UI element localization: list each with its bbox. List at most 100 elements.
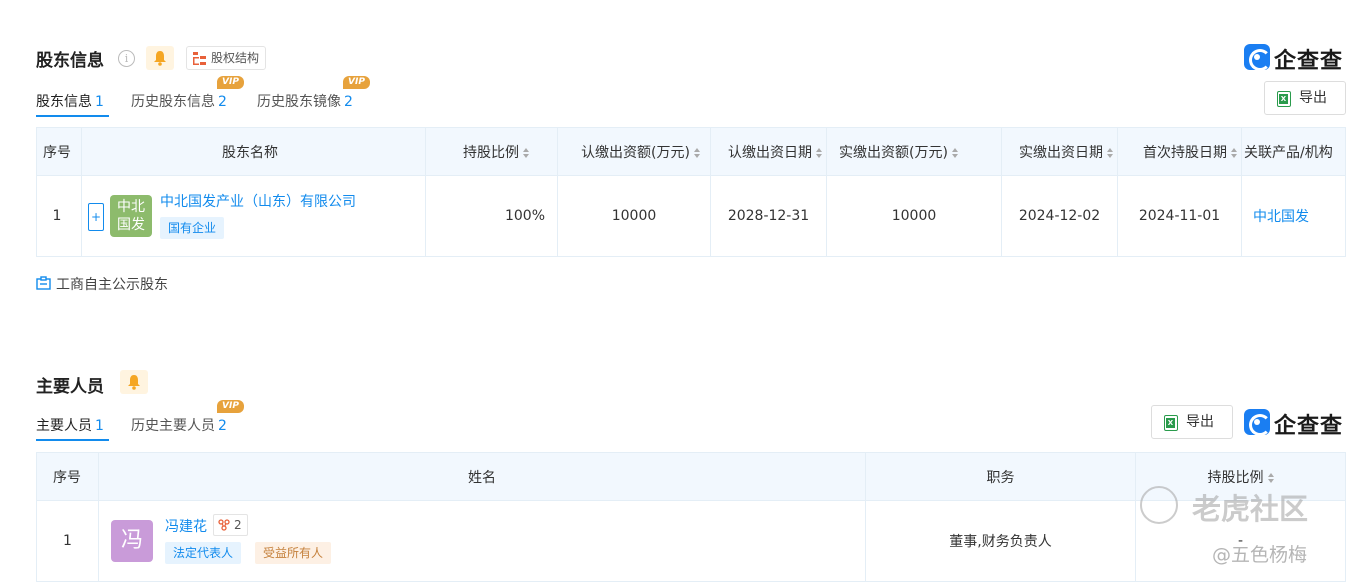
tab-label: 股东信息 xyxy=(36,94,92,110)
tab-shareholders[interactable]: 股东信息 1 xyxy=(36,92,104,122)
tab-count: 2 xyxy=(218,418,227,434)
col-ratio-label: 持股比例 xyxy=(463,144,519,161)
qichacha-logo-icon xyxy=(1244,409,1271,436)
avatar[interactable]: 冯 xyxy=(111,520,153,562)
relation-count: 2 xyxy=(234,518,242,532)
tab-label: 历史股东信息 xyxy=(131,94,215,110)
row-index: 1 xyxy=(36,500,99,582)
shareholder-name-link[interactable]: 中北国发产业（山东）有限公司 xyxy=(160,191,356,211)
col-paid-amount-label: 实缴出资额(万元) xyxy=(839,144,948,161)
bell-icon[interactable] xyxy=(146,46,174,70)
tab-label: 历史股东镜像 xyxy=(257,94,341,110)
company-logo: 中北国发 xyxy=(110,195,152,237)
tab-personnel[interactable]: 主要人员 1 xyxy=(36,416,104,446)
person-name-cell: 冯 冯建花 2 法定代表人 受益所有人 xyxy=(98,500,866,582)
qichacha-logo-icon xyxy=(1244,44,1271,71)
export-label: 导出 xyxy=(1186,414,1214,430)
col-paid-amount[interactable]: 实缴出资额(万元) xyxy=(826,127,1002,176)
col-first-hold-date-label: 首次持股日期 xyxy=(1143,144,1227,161)
personnel-title: 主要人员 xyxy=(36,377,104,397)
tab-history-personnel[interactable]: 历史主要人员 2 xyxy=(131,416,227,446)
excel-icon xyxy=(1277,91,1291,107)
subscribed-amount-cell: 10000 xyxy=(557,175,711,257)
equity-structure-button[interactable]: 股权结构 xyxy=(186,46,267,70)
position-cell: 董事,财务负责人 xyxy=(865,500,1136,582)
tab-label: 历史主要人员 xyxy=(131,418,215,434)
tab-count: 2 xyxy=(344,94,353,110)
shareholders-title: 股东信息 xyxy=(36,51,104,71)
legal-rep-tag: 法定代表人 xyxy=(165,542,242,564)
col-position: 职务 xyxy=(865,452,1136,501)
watermark-logo-icon xyxy=(1140,486,1178,524)
tab-count: 1 xyxy=(95,418,104,434)
col-subscribed-amount-label: 认缴出资额(万元) xyxy=(581,144,690,161)
sort-icon[interactable] xyxy=(694,147,700,158)
paid-date-cell: 2024-12-02 xyxy=(1001,175,1118,257)
export-button[interactable]: 导出 xyxy=(1264,81,1346,115)
qichacha-logo: 企查查 xyxy=(1244,44,1348,74)
active-tab-indicator xyxy=(36,115,109,117)
tab-count: 1 xyxy=(95,94,104,110)
first-hold-date-cell: 2024-11-01 xyxy=(1117,175,1242,257)
col-subscribed-amount[interactable]: 认缴出资额(万元) xyxy=(557,127,711,176)
sort-icon[interactable] xyxy=(951,147,958,158)
tab-history-shareholder-mirror[interactable]: 历史股东镜像 2 xyxy=(257,92,353,122)
col-first-hold-date[interactable]: 首次持股日期 xyxy=(1117,127,1242,176)
related-cell: 中北国发 xyxy=(1241,175,1346,257)
shareholders-table: 序号 股东名称 持股比例 认缴出资额(万元) 认缴出资日期 实缴出资额(万元) … xyxy=(36,127,1346,257)
col-index: 序号 xyxy=(36,127,82,176)
public-shareholders-link[interactable]: 工商自主公示股东 xyxy=(36,274,168,294)
paid-amount-cell: 10000 xyxy=(826,175,1002,257)
active-tab-indicator xyxy=(36,439,109,441)
watermark-author: @五色杨梅 xyxy=(1212,544,1308,566)
sort-icon[interactable] xyxy=(816,147,822,158)
col-name: 姓名 xyxy=(98,452,866,501)
tab-count: 2 xyxy=(218,94,227,110)
qichacha-logo: 企查查 xyxy=(1244,409,1348,439)
col-related: 关联产品/机构 xyxy=(1241,127,1346,176)
col-paid-date[interactable]: 实缴出资日期 xyxy=(1001,127,1118,176)
qichacha-logo-text: 企查查 xyxy=(1274,414,1344,439)
watermark-brand: 老虎社区 xyxy=(1192,492,1309,526)
beneficial-owner-tag: 受益所有人 xyxy=(255,542,332,564)
equity-structure-icon xyxy=(193,52,206,65)
qichacha-logo-text: 企查查 xyxy=(1274,49,1344,74)
vip-badge: VIP xyxy=(217,76,244,89)
bell-icon[interactable] xyxy=(120,370,148,394)
sort-icon[interactable] xyxy=(1267,472,1274,483)
related-link[interactable]: 中北国发 xyxy=(1253,209,1309,225)
sort-icon[interactable] xyxy=(1231,147,1237,158)
relation-icon xyxy=(218,519,230,531)
sort-icon[interactable] xyxy=(1107,147,1113,158)
export-button[interactable]: 导出 xyxy=(1151,405,1233,439)
expand-button[interactable]: + xyxy=(88,203,104,231)
col-paid-date-label: 实缴出资日期 xyxy=(1019,144,1103,161)
subscribed-date-cell: 2028-12-31 xyxy=(710,175,827,257)
clipboard-icon xyxy=(36,276,51,290)
sort-icon[interactable] xyxy=(523,147,529,158)
col-shareholder-name: 股东名称 xyxy=(81,127,426,176)
public-shareholders-label: 工商自主公示股东 xyxy=(56,277,168,293)
person-name-link[interactable]: 冯建花 xyxy=(165,516,207,536)
state-owned-tag: 国有企业 xyxy=(160,217,225,239)
equity-structure-label: 股权结构 xyxy=(211,51,260,65)
export-label: 导出 xyxy=(1299,90,1327,106)
tab-label: 主要人员 xyxy=(36,418,92,434)
ratio-cell: 100% xyxy=(425,175,558,257)
col-ratio-label: 持股比例 xyxy=(1207,469,1264,486)
col-ratio[interactable]: 持股比例 xyxy=(425,127,558,176)
shareholder-name-cell: + 中北国发 中北国发产业（山东）有限公司 国有企业 xyxy=(81,175,426,257)
vip-badge: VIP xyxy=(217,400,244,413)
excel-icon xyxy=(1164,415,1178,431)
tab-history-shareholders[interactable]: 历史股东信息 2 xyxy=(131,92,227,122)
col-index: 序号 xyxy=(36,452,99,501)
info-icon[interactable]: i xyxy=(118,50,135,67)
col-subscribed-date[interactable]: 认缴出资日期 xyxy=(710,127,827,176)
col-subscribed-date-label: 认缴出资日期 xyxy=(728,144,812,161)
company-logo-text: 中北国发 xyxy=(117,199,145,233)
relation-badge[interactable]: 2 xyxy=(213,514,248,536)
table-header-row: 序号 股东名称 持股比例 认缴出资额(万元) 认缴出资日期 实缴出资额(万元) … xyxy=(36,127,1346,176)
row-index: 1 xyxy=(36,175,82,257)
table-row: 1 + 中北国发 中北国发产业（山东）有限公司 国有企业 100% 10000 … xyxy=(36,175,1346,257)
vip-badge: VIP xyxy=(343,76,370,89)
